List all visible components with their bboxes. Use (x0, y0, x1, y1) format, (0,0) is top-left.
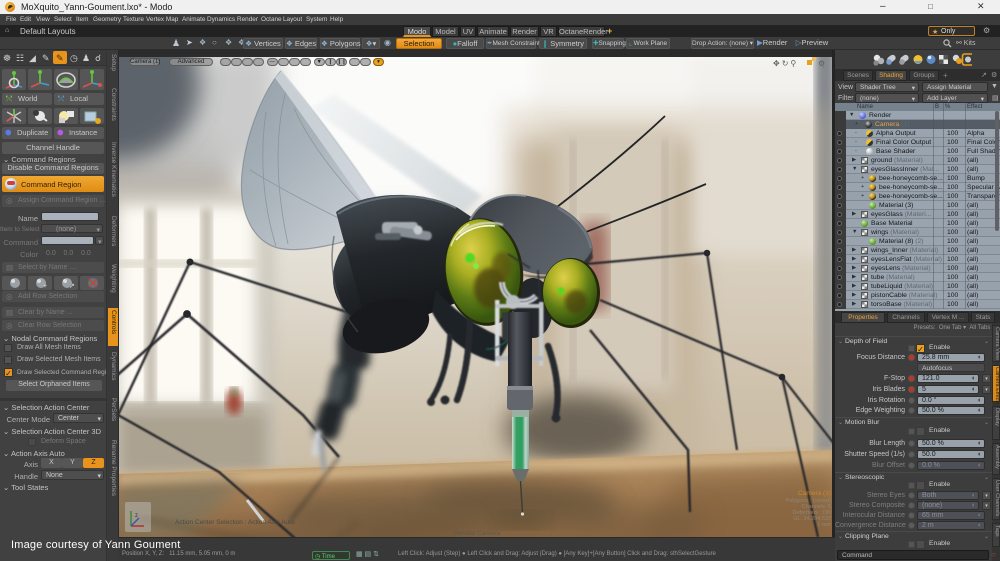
svg-text:+: + (43, 283, 47, 290)
svg-text:z: z (135, 513, 138, 519)
svg-text:↗: ↗ (69, 283, 75, 290)
